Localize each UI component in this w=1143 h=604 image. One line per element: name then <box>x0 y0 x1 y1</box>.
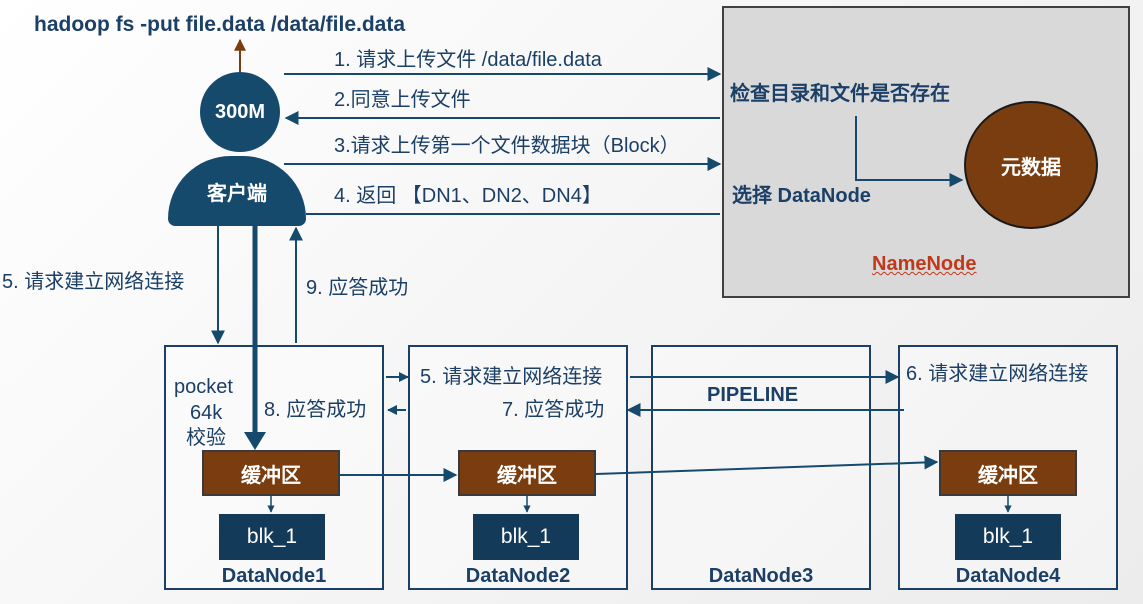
datanode2-block-label: blk_1 <box>500 525 552 548</box>
step5-client-label: 5. 请求建立网络连接 <box>2 271 185 293</box>
pipeline-label: PIPELINE <box>707 384 799 406</box>
namenode-check-text: 检查目录和文件是否存在 <box>730 83 950 105</box>
datanode2-buffer-label: 缓冲区 <box>497 464 557 487</box>
step3-label: 3.请求上传第一个文件数据块（Block） <box>334 135 680 157</box>
datanode3-box <box>651 345 871 590</box>
client-label: 客户端 <box>207 182 267 205</box>
datanode3-label: DataNode3 <box>708 565 814 587</box>
datanode4-label: DataNode4 <box>955 565 1061 587</box>
datanode1-block: blk_1 <box>219 514 325 560</box>
step6-label: 6. 请求建立网络连接 <box>906 363 1089 385</box>
step4-label: 4. 返回 【DN1、DN2、DN4】 <box>334 185 602 207</box>
step2-label: 2.同意上传文件 <box>334 89 471 111</box>
datanode2-block: blk_1 <box>473 514 579 560</box>
packet-line-2: 64k <box>190 402 223 424</box>
datanode4-block-label: blk_1 <box>982 525 1034 548</box>
datanode1-buffer: 缓冲区 <box>202 450 340 496</box>
datanode2-label: DataNode2 <box>465 565 571 587</box>
metadata-circle: 元数据 <box>964 101 1098 229</box>
datanode1-label: DataNode1 <box>221 565 327 587</box>
datanode4-buffer: 缓冲区 <box>939 450 1077 496</box>
namenode-select-text: 选择 DataNode <box>732 185 871 207</box>
file-size-circle: 300M <box>200 72 280 152</box>
client-node: 客户端 <box>168 156 306 226</box>
file-size-label: 300M <box>214 100 266 123</box>
step7-label: 7. 应答成功 <box>502 399 605 421</box>
datanode2-buffer: 缓冲区 <box>458 450 596 496</box>
step9-label: 9. 应答成功 <box>306 277 409 299</box>
metadata-label: 元数据 <box>1001 156 1061 179</box>
packet-line-3: 校验 <box>186 427 226 449</box>
hdfs-write-diagram: hadoop fs -put file.data /data/file.data… <box>0 0 1143 604</box>
datanode1-block-label: blk_1 <box>246 525 298 548</box>
namenode-label: NameNode <box>872 253 977 275</box>
step5-dn-label: 5. 请求建立网络连接 <box>420 366 603 388</box>
command-text: hadoop fs -put file.data /data/file.data <box>34 13 406 36</box>
datanode4-block: blk_1 <box>955 514 1061 560</box>
packet-line-1: pocket <box>174 376 233 398</box>
step1-label: 1. 请求上传文件 /data/file.data <box>334 49 602 71</box>
datanode4-buffer-label: 缓冲区 <box>978 464 1038 487</box>
step8-label: 8. 应答成功 <box>264 399 367 421</box>
datanode1-buffer-label: 缓冲区 <box>241 464 301 487</box>
